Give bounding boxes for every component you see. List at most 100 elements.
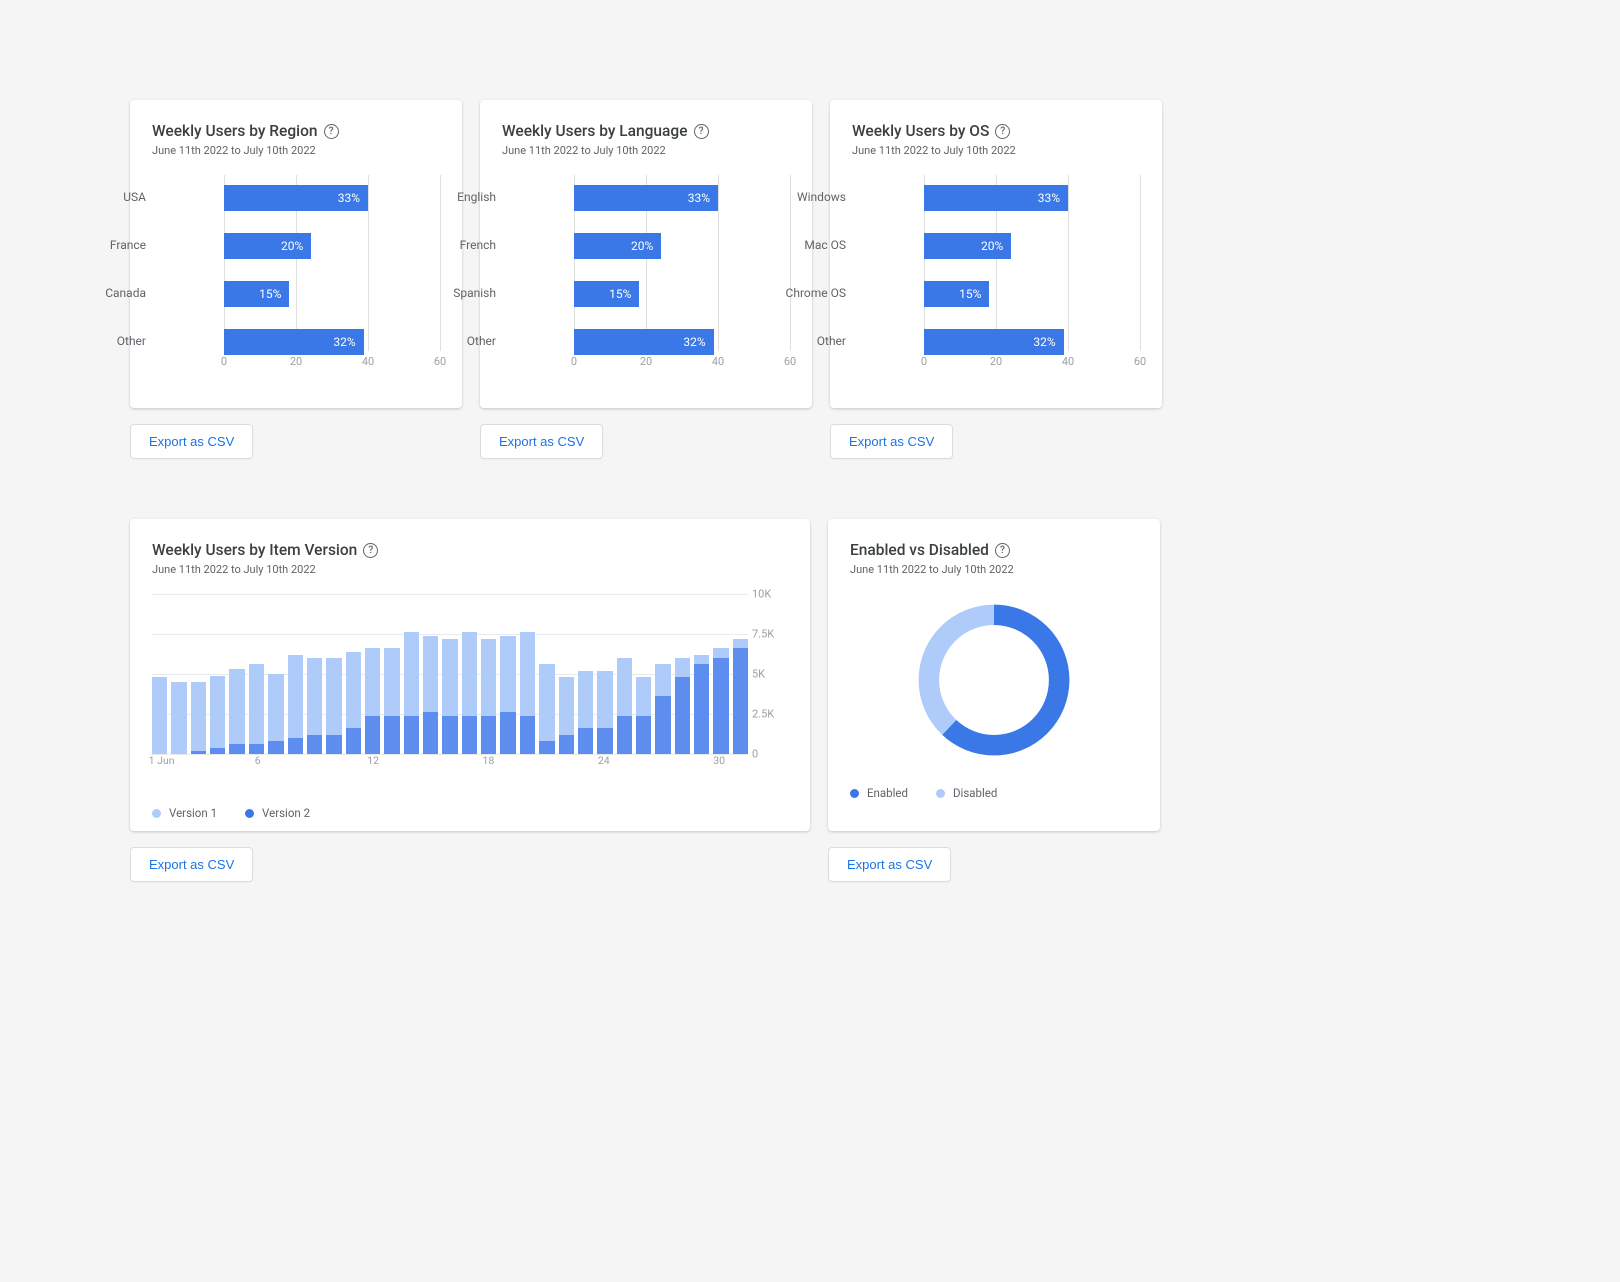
card-enabled-title: Enabled vs Disabled (850, 541, 989, 559)
card-os-sub: June 11th 2022 to July 10th 2022 (852, 144, 1140, 157)
help-icon[interactable]: ? (694, 124, 709, 139)
bar-label: USA (80, 190, 146, 204)
stacked-bar (229, 669, 244, 754)
bar: 33% (574, 185, 718, 211)
legend-version2-label: Version 2 (262, 806, 310, 820)
bar: 32% (924, 329, 1064, 355)
version-column: Weekly Users by Item Version ? June 11th… (130, 519, 810, 882)
export-os-button[interactable]: Export as CSV (830, 424, 953, 459)
swatch-enabled (850, 789, 859, 798)
card-region-header: Weekly Users by Region ? (152, 122, 440, 140)
stacked-bar (559, 677, 574, 754)
export-language-button[interactable]: Export as CSV (480, 424, 603, 459)
card-enabled-header: Enabled vs Disabled ? (850, 541, 1138, 559)
card-enabled: Enabled vs Disabled ? June 11th 2022 to … (828, 519, 1160, 831)
stacked-bar (713, 648, 728, 754)
stacked-bar (442, 639, 457, 754)
region-column: Weekly Users by Region ? June 11th 2022 … (130, 100, 462, 459)
stacked-bar (307, 658, 322, 754)
enabled-legend: Enabled Disabled (850, 786, 1138, 800)
bar: 20% (924, 233, 1011, 259)
bottom-row: Weekly Users by Item Version ? June 11th… (130, 519, 1490, 882)
stacked-bar (597, 671, 612, 754)
swatch-version1 (152, 809, 161, 818)
stacked-bar (539, 664, 554, 754)
bar: 15% (574, 281, 639, 307)
stacked-bar (365, 648, 380, 754)
region-chart: 0204060USA33%France20%Canada15%Other32% (152, 175, 440, 375)
stacked-bar (249, 664, 264, 754)
stacked-bar (694, 655, 709, 754)
language-column: Weekly Users by Language ? June 11th 202… (480, 100, 812, 459)
bar: 20% (224, 233, 311, 259)
stacked-bar (326, 658, 341, 754)
version-legend: Version 1 Version 2 (152, 806, 788, 820)
swatch-version2 (245, 809, 254, 818)
stacked-bar (617, 658, 632, 754)
bar-label: Spanish (430, 286, 496, 300)
bar: 20% (574, 233, 661, 259)
stacked-bar (481, 639, 496, 754)
language-chart: 0204060English33%French20%Spanish15%Othe… (502, 175, 790, 375)
swatch-disabled (936, 789, 945, 798)
stacked-bar (268, 674, 283, 754)
card-region: Weekly Users by Region ? June 11th 2022 … (130, 100, 462, 408)
bar-label: French (430, 238, 496, 252)
card-version: Weekly Users by Item Version ? June 11th… (130, 519, 810, 831)
bar-label: Canada (80, 286, 146, 300)
stacked-bar (191, 682, 206, 754)
version-chart: 02.5K5K7.5K10K (152, 594, 748, 754)
stacked-bar (404, 632, 419, 754)
bar-label: France (80, 238, 146, 252)
os-chart: 0204060Windows33%Mac OS20%Chrome OS15%Ot… (852, 175, 1140, 375)
legend-disabled-label: Disabled (953, 786, 997, 800)
donut-svg (908, 594, 1080, 766)
card-enabled-sub: June 11th 2022 to July 10th 2022 (850, 563, 1138, 576)
legend-enabled: Enabled (850, 786, 908, 800)
stacked-bar (152, 677, 167, 754)
bar-label: Windows (780, 190, 846, 204)
bar-label: Chrome OS (780, 286, 846, 300)
os-column: Weekly Users by OS ? June 11th 2022 to J… (830, 100, 1162, 459)
stacked-bar (733, 639, 748, 754)
bar-label: Mac OS (780, 238, 846, 252)
help-icon[interactable]: ? (995, 543, 1010, 558)
stacked-bar (636, 677, 651, 754)
help-icon[interactable]: ? (324, 124, 339, 139)
card-version-header: Weekly Users by Item Version ? (152, 541, 788, 559)
stacked-bar (462, 632, 477, 754)
stacked-bar (500, 636, 515, 754)
card-language-title: Weekly Users by Language (502, 122, 688, 140)
bar: 32% (224, 329, 364, 355)
export-region-button[interactable]: Export as CSV (130, 424, 253, 459)
stacked-bar (423, 636, 438, 754)
card-os-title: Weekly Users by OS (852, 122, 989, 140)
card-region-title: Weekly Users by Region (152, 122, 318, 140)
bar-label: Other (80, 334, 146, 348)
stacked-bar (171, 682, 186, 754)
bar: 33% (924, 185, 1068, 211)
card-version-sub: June 11th 2022 to July 10th 2022 (152, 563, 788, 576)
bar-label: English (430, 190, 496, 204)
bar: 15% (924, 281, 989, 307)
card-language: Weekly Users by Language ? June 11th 202… (480, 100, 812, 408)
top-row: Weekly Users by Region ? June 11th 2022 … (130, 100, 1490, 459)
help-icon[interactable]: ? (363, 543, 378, 558)
stacked-bar (655, 664, 670, 754)
help-icon[interactable]: ? (995, 124, 1010, 139)
bar-label: Other (430, 334, 496, 348)
export-version-button[interactable]: Export as CSV (130, 847, 253, 882)
donut-chart (850, 594, 1138, 766)
legend-version1-label: Version 1 (169, 806, 217, 820)
card-os-header: Weekly Users by OS ? (852, 122, 1140, 140)
bar: 15% (224, 281, 289, 307)
stacked-bar (578, 671, 593, 754)
version-x-axis: 1 Jun612182430 (152, 754, 748, 772)
enabled-column: Enabled vs Disabled ? June 11th 2022 to … (828, 519, 1160, 882)
card-language-sub: June 11th 2022 to July 10th 2022 (502, 144, 790, 157)
stacked-bar (520, 632, 535, 754)
export-enabled-button[interactable]: Export as CSV (828, 847, 951, 882)
bar: 33% (224, 185, 368, 211)
stacked-bar (346, 652, 361, 754)
stacked-bar (384, 648, 399, 754)
